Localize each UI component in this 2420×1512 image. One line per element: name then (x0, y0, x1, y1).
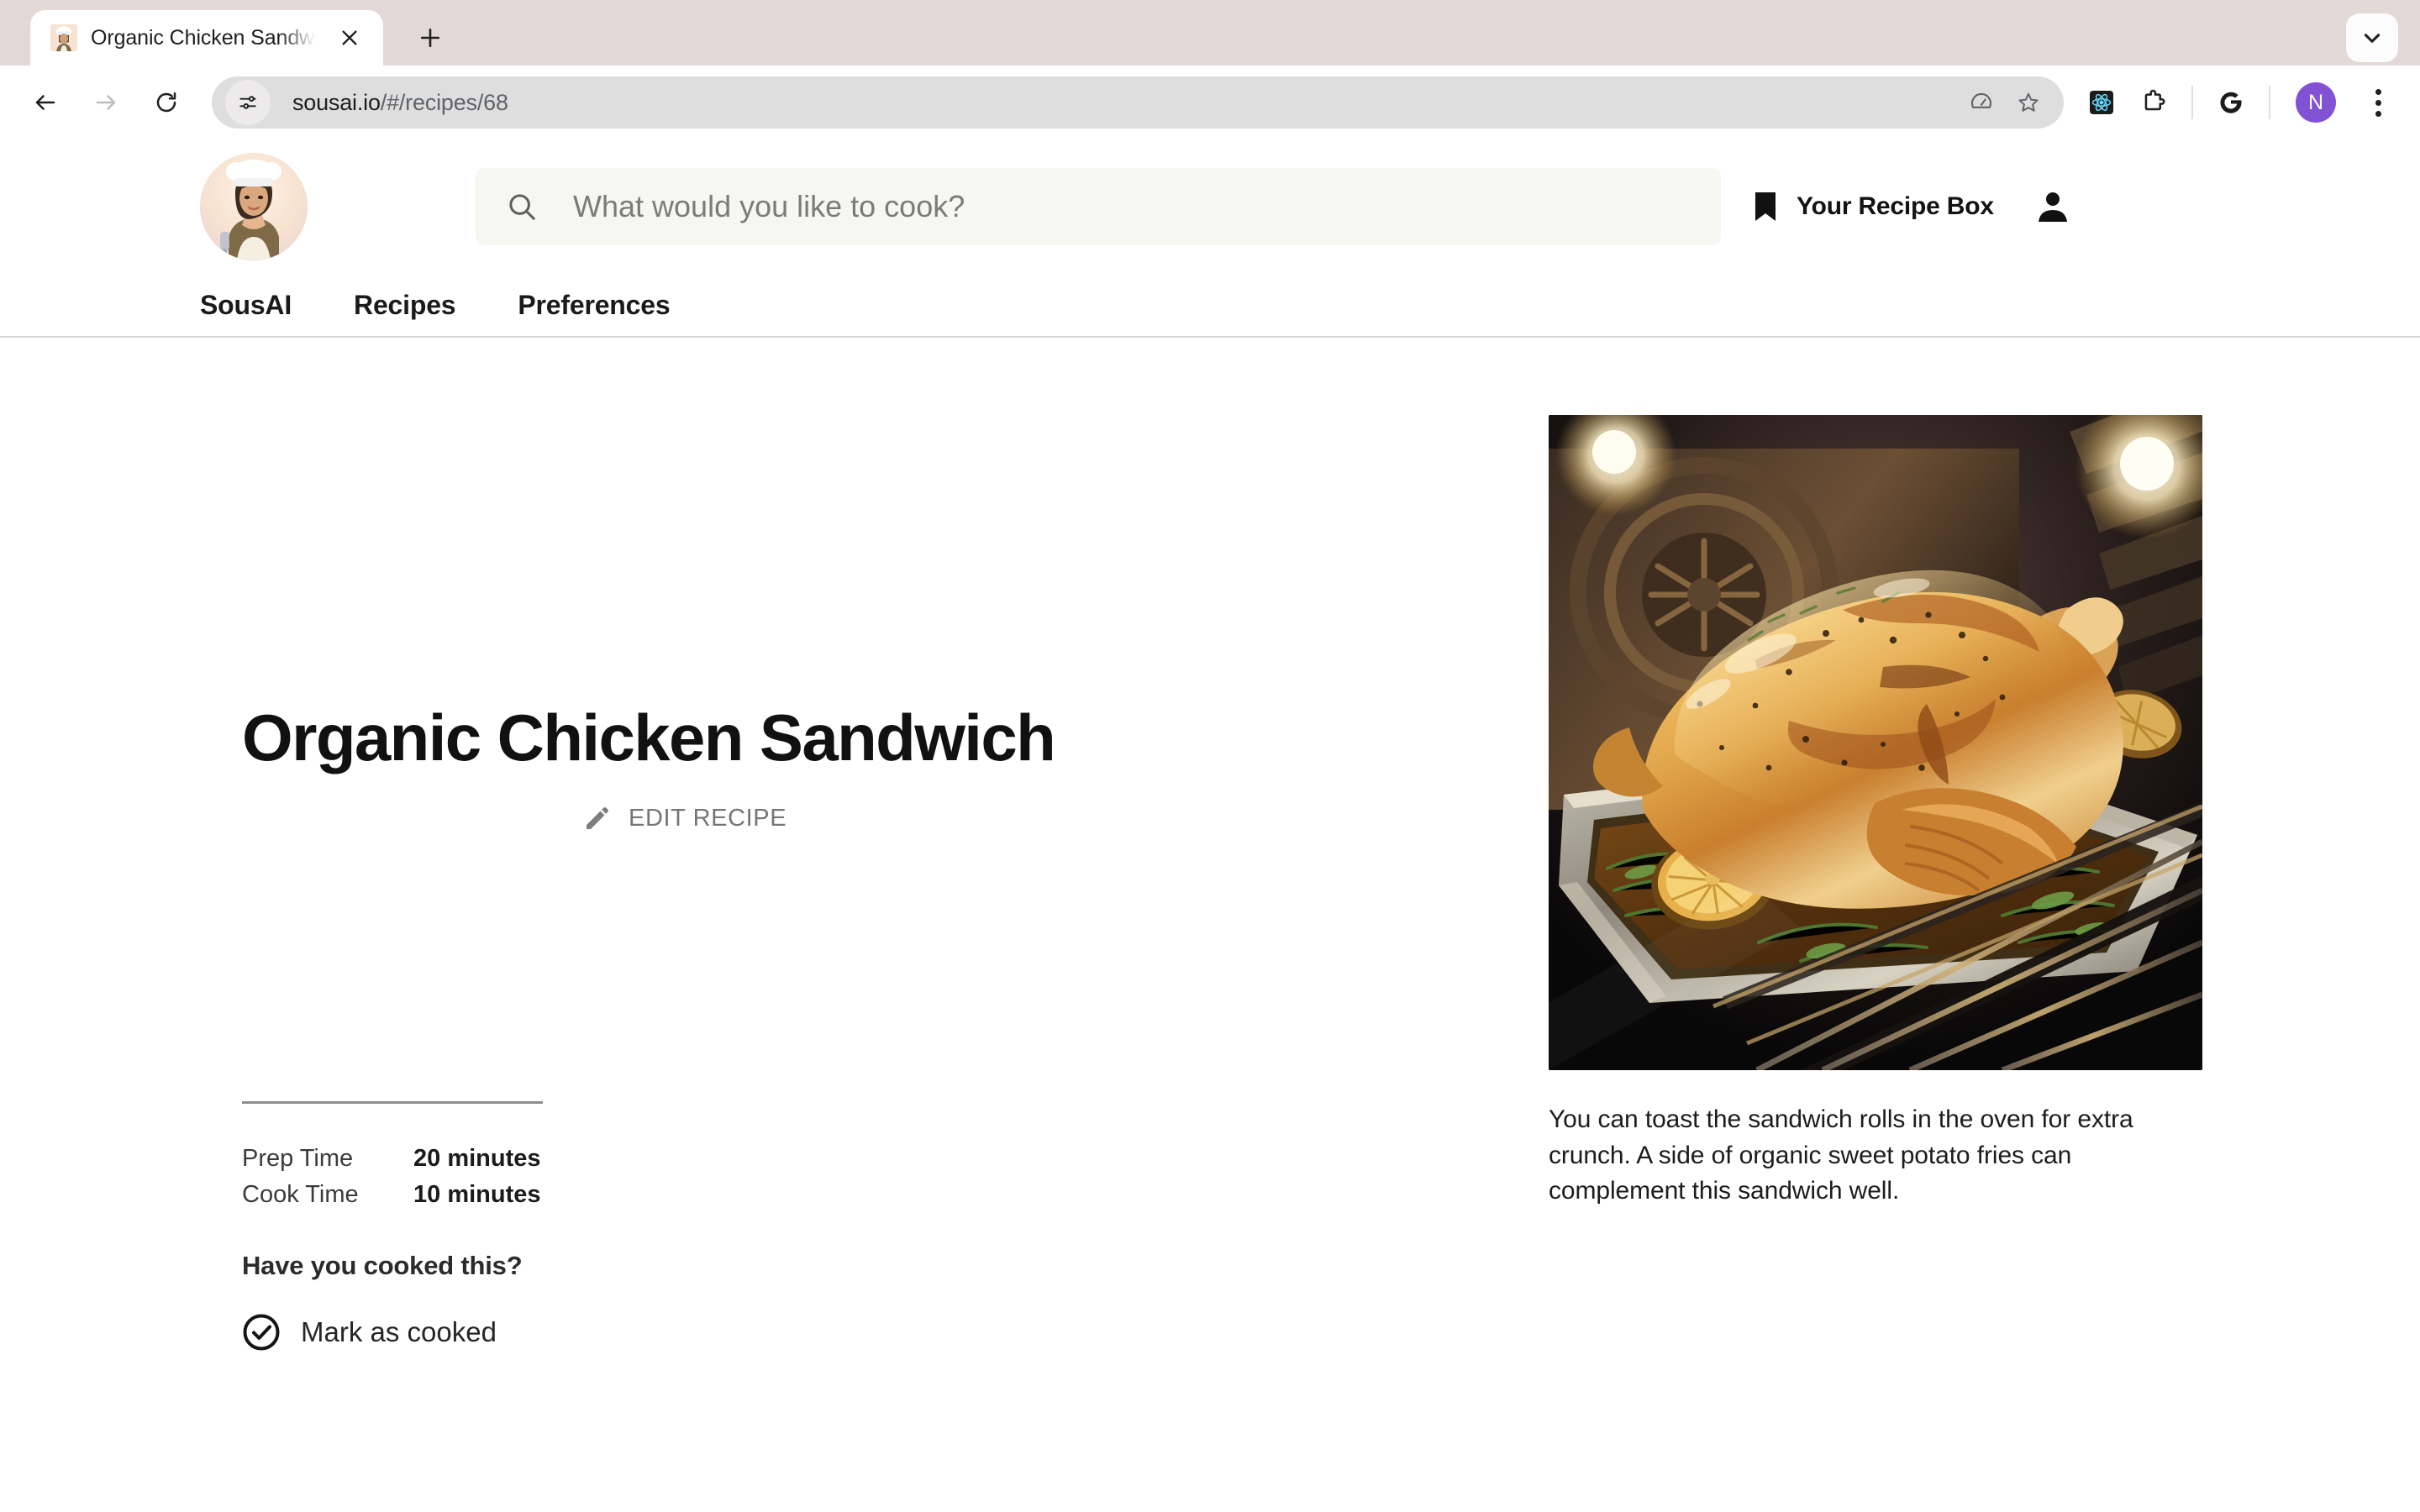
recipe-detail: Organic Chicken Sandwich EDIT RECIPE Pre… (0, 338, 2420, 1510)
tab-title: Organic Chicken Sandwich Re (91, 25, 318, 50)
search-input[interactable] (538, 189, 1691, 224)
app-nav: SousAI Recipes Preferences (0, 274, 2420, 338)
recipe-main-column: Organic Chicken Sandwich EDIT RECIPE Pre… (0, 415, 1428, 1510)
cooked-question-heading: Have you cooked this? (242, 1250, 523, 1280)
cook-time-value: 10 minutes (413, 1180, 541, 1208)
site-settings-icon[interactable] (225, 80, 271, 125)
account-icon[interactable] (2034, 188, 2071, 225)
page-title: Organic Chicken Sandwich (242, 701, 1056, 774)
edit-recipe-button[interactable]: EDIT RECIPE (0, 805, 1428, 832)
url-domain: sousai.io (292, 89, 381, 115)
react-devtools-icon[interactable] (2075, 76, 2128, 129)
browser-tab[interactable]: Organic Chicken Sandwich Re (30, 10, 383, 66)
forward-icon (76, 72, 136, 133)
tab-strip: Organic Chicken Sandwich Re (0, 0, 2420, 66)
url-path: /#/recipes/68 (380, 89, 508, 115)
edit-recipe-label: EDIT RECIPE (629, 805, 787, 832)
app-header: Your Recipe Box (0, 139, 2420, 274)
toolbar-divider (2269, 86, 2270, 119)
chevron-down-icon[interactable] (2346, 13, 2398, 62)
recipe-hero-image (1549, 415, 2202, 1070)
search-bar[interactable] (476, 168, 1721, 245)
nav-item-recipes[interactable]: Recipes (354, 290, 456, 321)
toolbar-divider (2191, 86, 2193, 119)
performance-meter-icon[interactable] (1958, 79, 2005, 126)
prep-time-label: Prep Time (242, 1145, 354, 1173)
mark-as-cooked-label: Mark as cooked (301, 1315, 497, 1347)
prep-time-value: 20 minutes (413, 1145, 541, 1173)
chef-avatar-favicon (50, 24, 77, 51)
recipe-media-column: You can toast the sandwich rolls in the … (1428, 415, 2420, 1510)
recipe-times: Prep Time 20 minutes Cook Time 10 minute… (0, 1101, 1428, 1212)
puzzle-extensions-icon[interactable] (2128, 76, 2180, 129)
search-icon (506, 191, 538, 223)
browser-window: Organic Chicken Sandwich Re (0, 0, 2420, 1512)
recipe-caption: You can toast the sandwich rolls in the … (1549, 1105, 2133, 1205)
new-tab-button[interactable] (405, 13, 455, 63)
browser-toolbar: sousai.io/#/recipes/68 N (0, 66, 2420, 139)
close-icon[interactable] (331, 19, 368, 56)
prep-time-row: Prep Time 20 minutes (242, 1141, 1428, 1176)
nav-item-sousai[interactable]: SousAI (200, 290, 292, 321)
url-text[interactable]: sousai.io/#/recipes/68 (271, 90, 1958, 116)
address-bar[interactable]: sousai.io/#/recipes/68 (212, 76, 2064, 129)
bookmark-icon (1753, 192, 1778, 222)
cook-time-label: Cook Time (242, 1180, 359, 1208)
nav-item-preferences[interactable]: Preferences (518, 290, 670, 321)
mark-as-cooked-button[interactable]: Mark as cooked (0, 1313, 1428, 1352)
page-viewport: Your Recipe Box SousAI Recipes Preferenc… (0, 139, 2420, 1512)
chef-avatar-logo[interactable] (200, 153, 308, 260)
check-circle-icon (242, 1313, 281, 1352)
back-icon[interactable] (15, 72, 76, 133)
your-recipe-box-label: Your Recipe Box (1797, 192, 1994, 220)
bookmark-star-icon[interactable] (2005, 79, 2052, 126)
cook-time-row: Cook Time 10 minutes (242, 1177, 1428, 1212)
browser-menu-icon[interactable] (2354, 79, 2402, 126)
profile-avatar[interactable]: N (2296, 82, 2336, 123)
pencil-icon (583, 806, 610, 832)
reload-icon[interactable] (136, 72, 197, 133)
google-icon[interactable] (2205, 76, 2257, 129)
divider (242, 1101, 543, 1105)
your-recipe-box-button[interactable]: Your Recipe Box (1753, 192, 1994, 222)
